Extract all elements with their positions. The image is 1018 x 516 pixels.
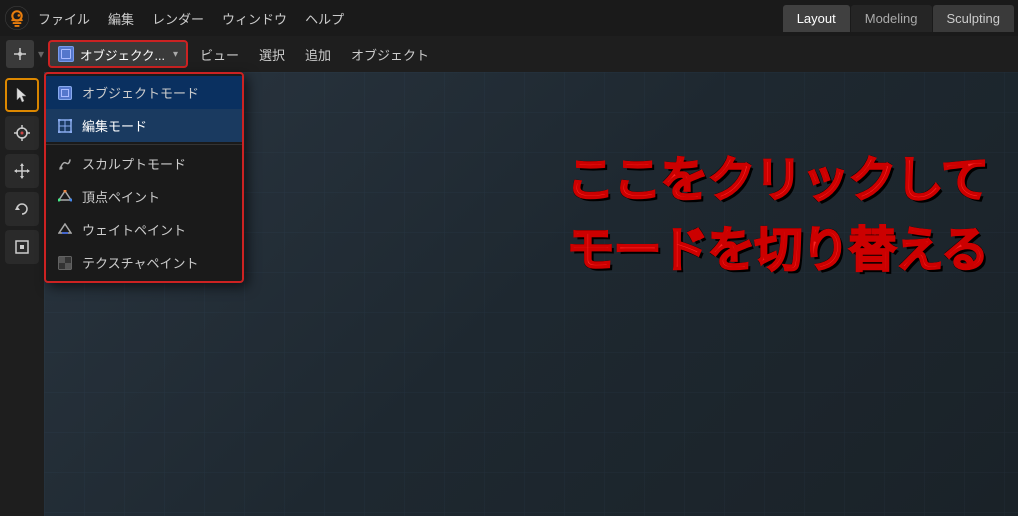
- move-icon: [13, 162, 31, 180]
- mode-selector-label: オブジェクク...: [80, 45, 167, 64]
- dropdown-divider-1: [46, 144, 242, 145]
- toolbar-row: ▾ オブジェクク... ▾ ビュー 選択 追加 オブジェクト: [0, 36, 1018, 72]
- vertex-paint-label: 頂点ペイント: [82, 187, 160, 206]
- rotate-tool-button[interactable]: [5, 192, 39, 226]
- 3d-cursor-icon: [13, 124, 31, 142]
- object-mode-label: オブジェクトモード: [82, 83, 199, 102]
- toolbar-view[interactable]: ビュー: [192, 41, 247, 68]
- annotation-overlay: ここをクリックして モードを切り替える: [566, 140, 988, 280]
- dropdown-item-object-mode[interactable]: オブジェクトモード: [46, 76, 242, 109]
- snap-tool-button[interactable]: [6, 40, 34, 68]
- object-mode-icon: [56, 84, 74, 102]
- tab-sculpting[interactable]: Sculpting: [933, 5, 1014, 32]
- annotation-line1: ここをクリックして: [566, 140, 988, 210]
- weight-paint-icon: [56, 221, 74, 239]
- menu-items-group: ファイル 編集 レンダー ウィンドウ ヘルプ: [30, 5, 783, 32]
- select-tool-button[interactable]: [5, 78, 39, 112]
- mode-dropdown-menu: オブジェクトモード 編集モード スカルプトモード: [44, 72, 244, 283]
- menu-window[interactable]: ウィンドウ: [214, 5, 295, 32]
- dropdown-item-vertex-paint[interactable]: 頂点ペイント: [46, 180, 242, 213]
- mode-selector-button[interactable]: オブジェクク... ▾: [48, 40, 188, 68]
- vertex-paint-icon: [56, 188, 74, 206]
- transform-tool-button[interactable]: [5, 230, 39, 264]
- edit-mode-label: 編集モード: [82, 116, 147, 135]
- rotate-icon: [13, 200, 31, 218]
- menu-help[interactable]: ヘルプ: [297, 5, 352, 32]
- menu-edit[interactable]: 編集: [100, 5, 142, 32]
- toolbar-select[interactable]: 選択: [251, 41, 293, 68]
- transform-icon: [13, 238, 31, 256]
- dropdown-item-weight-paint[interactable]: ウェイトペイント: [46, 213, 242, 246]
- snap-icon: [12, 46, 28, 62]
- edit-mode-icon: [56, 117, 74, 135]
- workspace-tabs: Layout Modeling Sculpting: [783, 5, 1014, 32]
- top-bar: ファイル 編集 レンダー ウィンドウ ヘルプ Layout Modeling S…: [0, 0, 1018, 36]
- mode-selector-dropdown-icon: ▾: [173, 49, 178, 60]
- toolbar-object[interactable]: オブジェクト: [343, 41, 437, 68]
- toolbar-add[interactable]: 追加: [297, 41, 339, 68]
- menu-file[interactable]: ファイル: [30, 5, 98, 32]
- tab-modeling[interactable]: Modeling: [851, 5, 932, 32]
- sculpt-mode-icon: [56, 155, 74, 173]
- left-sidebar: [0, 72, 44, 516]
- toolbar-separator: ▾: [38, 47, 44, 61]
- sculpt-mode-label: スカルプトモード: [82, 154, 186, 173]
- dropdown-item-texture-paint[interactable]: テクスチャペイント: [46, 246, 242, 279]
- cursor-tool-button[interactable]: [5, 116, 39, 150]
- weight-paint-label: ウェイトペイント: [82, 220, 186, 239]
- blender-logo-icon: [4, 5, 30, 31]
- dropdown-item-edit-mode[interactable]: 編集モード: [46, 109, 242, 142]
- select-cursor-icon: [13, 86, 31, 104]
- texture-paint-label: テクスチャペイント: [82, 253, 198, 272]
- mode-selector-icon: [58, 46, 74, 62]
- annotation-line2: モードを切り替える: [566, 210, 988, 280]
- texture-paint-icon: [56, 254, 74, 272]
- move-tool-button[interactable]: [5, 154, 39, 188]
- menu-render[interactable]: レンダー: [144, 5, 212, 32]
- tab-layout[interactable]: Layout: [783, 5, 850, 32]
- dropdown-item-sculpt-mode[interactable]: スカルプトモード: [46, 147, 242, 180]
